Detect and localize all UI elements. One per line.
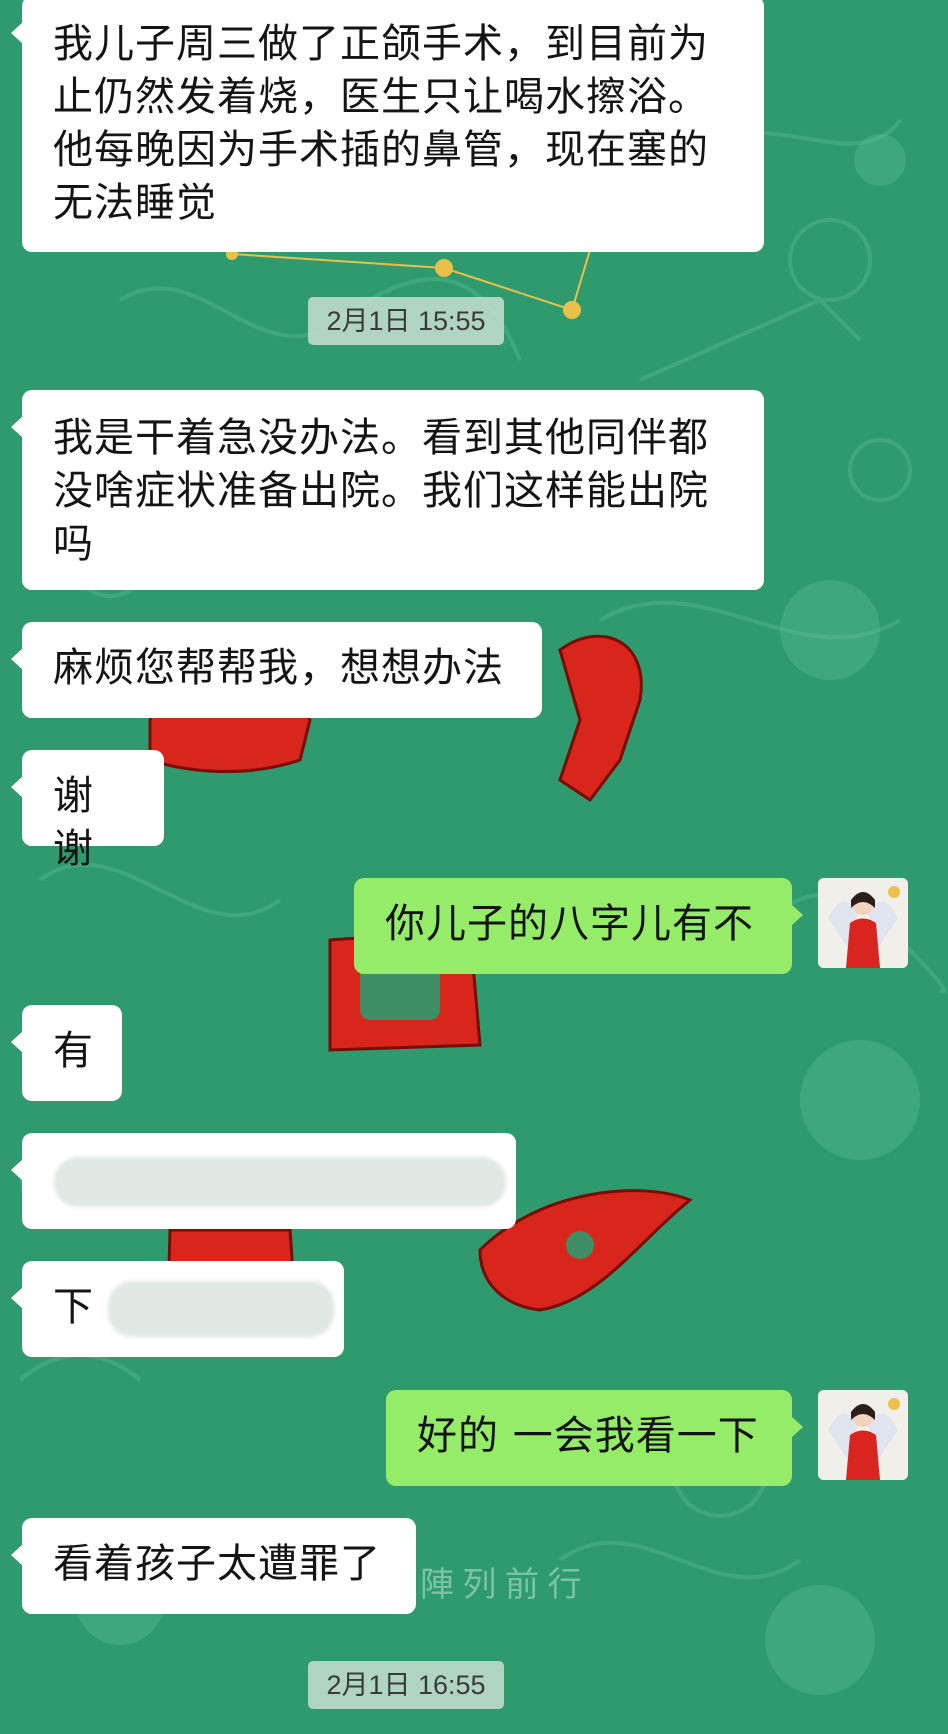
avatar-image <box>818 1390 908 1480</box>
message-bubble-outgoing[interactable]: 你儿子的八字儿有不 <box>354 878 803 974</box>
message-text: 我是干着急没办法。看到其他同伴都 没啥症状准备出院。我们这样能出院 吗 <box>53 415 709 567</box>
timestamp-label: 2月1日 15:55 <box>308 297 504 345</box>
message-bubble-incoming-redacted[interactable] <box>11 1133 516 1229</box>
message-bubble-incoming-redacted[interactable]: 下 <box>11 1261 344 1357</box>
user-avatar-icon[interactable] <box>818 878 908 968</box>
message-text: 你儿子的八字儿有不 <box>385 901 754 947</box>
message-text: 麻烦您帮帮我，想想办法 <box>53 645 504 691</box>
wallpaper-caption: 陣 列 前 行 <box>420 1566 582 1604</box>
message-bubble-outgoing[interactable]: 好的 一会我看一下 <box>386 1390 803 1486</box>
message-text: 我儿子周三做了正颌手术，到目前为 止仍然发着烧，医生只让喝水擦浴。 他每晚因为手… <box>53 21 709 226</box>
message-bubble-incoming[interactable]: 麻烦您帮帮我，想想办法 <box>11 622 542 718</box>
message-bubble-incoming[interactable]: 谢谢 <box>11 750 164 872</box>
message-text: 下 <box>53 1284 94 1330</box>
message-bubble-incoming[interactable]: 有 <box>11 1005 122 1101</box>
message-text: 谢谢 <box>53 773 94 872</box>
message-bubble-incoming[interactable]: 看着孩子太遭罪了 <box>11 1518 416 1614</box>
timestamp-label: 2月1日 16:55 <box>308 1661 504 1709</box>
redaction-mask <box>108 1281 334 1337</box>
redaction-mask <box>54 1157 506 1207</box>
message-text: 看着孩子太遭罪了 <box>53 1541 381 1587</box>
message-bubble-incoming[interactable]: 我是干着急没办法。看到其他同伴都 没啥症状准备出院。我们这样能出院 吗 <box>11 390 764 590</box>
chat-window[interactable]: 陣 列 前 行 我儿子周三做了正颌手术，到目前为 止仍然发着烧，医生只让喝水擦浴… <box>0 0 948 1734</box>
user-avatar-icon[interactable] <box>818 1390 908 1480</box>
avatar-image <box>818 878 908 968</box>
message-text: 好的 一会我看一下 <box>417 1413 759 1459</box>
message-text: 有 <box>53 1028 94 1074</box>
message-bubble-incoming[interactable]: 我儿子周三做了正颌手术，到目前为 止仍然发着烧，医生只让喝水擦浴。 他每晚因为手… <box>11 0 764 252</box>
